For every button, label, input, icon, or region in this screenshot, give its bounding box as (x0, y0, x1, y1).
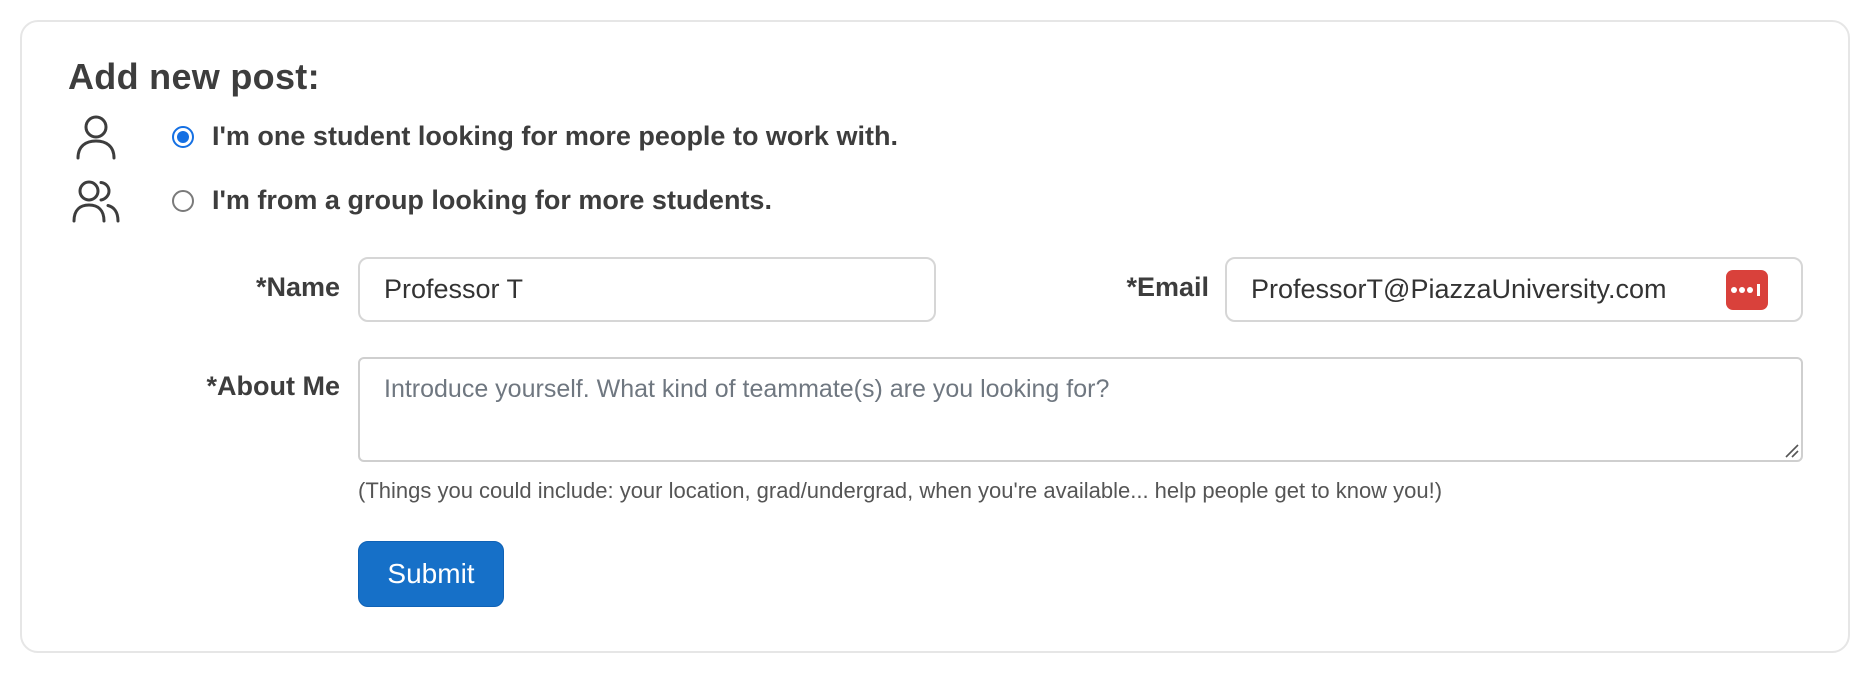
form-title: Add new post: (68, 56, 320, 97)
resize-grip-icon[interactable] (1782, 441, 1800, 459)
option-group[interactable]: I'm from a group looking for more studen… (68, 173, 772, 229)
radio-group[interactable] (172, 190, 194, 212)
option-individual[interactable]: I'm one student looking for more people … (68, 109, 898, 165)
name-input[interactable] (358, 257, 936, 322)
email-input[interactable] (1225, 257, 1803, 322)
add-post-card (20, 20, 1850, 653)
submit-button[interactable]: Submit (358, 541, 504, 607)
about-textarea[interactable] (358, 357, 1803, 462)
option-group-label: I'm from a group looking for more studen… (212, 185, 772, 215)
about-hint: (Things you could include: your location… (358, 478, 1443, 503)
about-label: *About Me (206, 371, 340, 401)
email-label: *Email (1126, 272, 1209, 302)
people-group-icon (68, 173, 124, 229)
option-individual-label: I'm one student looking for more people … (212, 121, 898, 151)
password-manager-icon[interactable] (1726, 270, 1768, 310)
person-icon (68, 109, 124, 165)
name-label: *Name (255, 272, 340, 302)
radio-individual[interactable] (172, 126, 194, 148)
